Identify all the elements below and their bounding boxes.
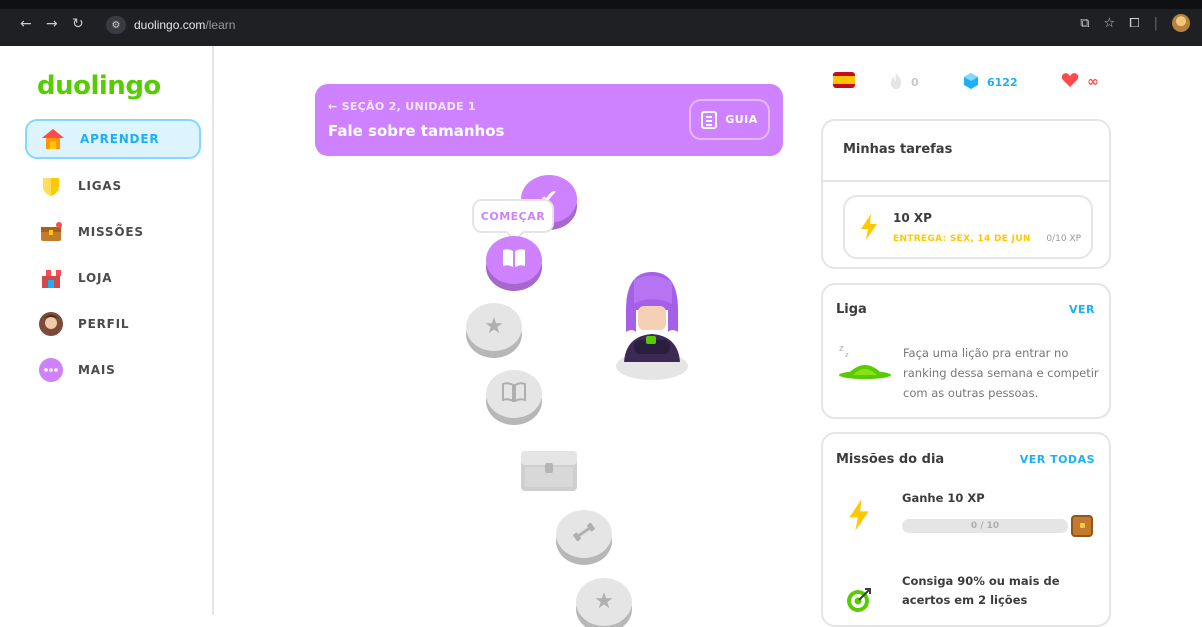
sidebar-item-leagues[interactable]: LIGAS bbox=[25, 166, 201, 206]
lesson-node-locked-book[interactable] bbox=[486, 370, 542, 418]
sidebar-item-more[interactable]: MAIS bbox=[25, 350, 201, 390]
stats-bar: 0 6122 ∞ bbox=[833, 72, 1103, 92]
svg-text:z: z bbox=[839, 344, 844, 354]
unit-title: Fale sobre tamanhos bbox=[328, 122, 505, 140]
sidebar-item-label: LIGAS bbox=[78, 179, 122, 193]
shield-icon bbox=[38, 173, 64, 199]
start-tooltip[interactable]: COMEÇAR bbox=[472, 199, 554, 233]
flame-icon bbox=[889, 72, 903, 93]
reload-icon: ↻ bbox=[72, 16, 84, 32]
sidebar-item-label: MISSÕES bbox=[78, 225, 144, 239]
league-message: Faça uma lição pra entrar no ranking des… bbox=[903, 346, 1099, 400]
tasks-title: Minhas tarefas bbox=[843, 142, 953, 157]
language-selector[interactable] bbox=[833, 72, 855, 88]
sidebar-item-label: PERFIL bbox=[78, 317, 130, 331]
book-icon bbox=[501, 248, 527, 273]
streak-counter[interactable]: 0 bbox=[889, 72, 919, 93]
character-illustration bbox=[612, 270, 692, 382]
task-item[interactable]: 10 XP ENTREGA: SEX, 14 DE JUN 0/10 XP bbox=[843, 195, 1093, 259]
back-button[interactable]: ← bbox=[20, 14, 32, 34]
dumbbell-icon bbox=[571, 522, 597, 547]
star-icon: ★ bbox=[484, 314, 504, 339]
task-title: 10 XP bbox=[893, 211, 932, 225]
tab-strip bbox=[0, 0, 1202, 9]
quest-title: Consiga 90% ou mais de acertos em 2 liçõ… bbox=[902, 574, 1060, 607]
sidebar-item-profile[interactable]: PERFIL bbox=[25, 304, 201, 344]
site-info-icon[interactable]: ⚙ bbox=[106, 16, 126, 34]
lightning-icon bbox=[859, 213, 879, 245]
quest-progress-text: 0 / 10 bbox=[970, 521, 1000, 531]
arrow-right-icon: → bbox=[46, 16, 58, 32]
url-text: duolingo.com/learn bbox=[134, 18, 236, 32]
quest-title: Ganhe 10 XP bbox=[902, 491, 985, 505]
task-due-date: ENTREGA: SEX, 14 DE JUN bbox=[893, 234, 1031, 244]
extensions-icon[interactable]: ⧠ bbox=[1129, 16, 1139, 31]
more-dots-icon bbox=[38, 357, 64, 383]
reload-button[interactable]: ↻ bbox=[72, 14, 84, 34]
quest-reward-chest-icon bbox=[1071, 515, 1093, 537]
sidebar-item-learn[interactable]: APRENDER bbox=[25, 119, 201, 159]
hearts-count: ∞ bbox=[1087, 74, 1099, 90]
sidebar-item-quests[interactable]: MISSÕES bbox=[25, 212, 201, 252]
forward-button[interactable]: → bbox=[46, 14, 58, 34]
unit-header-banner: ← SEÇÃO 2, UNIDADE 1 Fale sobre tamanhos… bbox=[315, 84, 783, 156]
league-title: Liga bbox=[836, 302, 867, 317]
target-icon bbox=[845, 586, 873, 618]
bookmark-star-icon[interactable]: ☆ bbox=[1104, 16, 1116, 31]
quests-view-all-link[interactable]: VER TODAS bbox=[1020, 453, 1095, 466]
book-icon bbox=[501, 381, 527, 407]
address-bar[interactable]: ⚙ duolingo.com/learn bbox=[106, 14, 1130, 36]
sleeping-league-icon: zz bbox=[837, 341, 893, 387]
profile-avatar-icon bbox=[38, 311, 64, 337]
toolbar-divider: | bbox=[1153, 15, 1158, 31]
treasure-chest-icon bbox=[38, 219, 64, 245]
league-view-link[interactable]: VER bbox=[1069, 303, 1095, 316]
league-card: Liga VER zz Faça uma lição pra entrar no… bbox=[821, 283, 1111, 419]
arrow-left-icon: ← bbox=[20, 16, 32, 32]
browser-actions: ⧉ ☆ ⧠ | bbox=[1080, 14, 1190, 32]
home-icon bbox=[40, 126, 66, 152]
quest-progress-bar: 0 / 10 bbox=[902, 519, 1068, 533]
sidebar-item-label: APRENDER bbox=[80, 132, 160, 146]
lesson-node-locked-star[interactable]: ★ bbox=[466, 303, 522, 351]
guidebook-icon bbox=[701, 110, 718, 129]
treasure-chest-locked[interactable] bbox=[517, 443, 581, 495]
browser-chrome: ← → ↻ ⚙ duolingo.com/learn ⧉ ☆ ⧠ | bbox=[0, 0, 1202, 46]
streak-count: 0 bbox=[911, 76, 919, 89]
guide-button-label: GUIA bbox=[725, 113, 758, 126]
sidebar-item-shop[interactable]: LOJA bbox=[25, 258, 201, 298]
svg-text:z: z bbox=[845, 351, 849, 359]
tasks-divider bbox=[823, 180, 1109, 182]
sidebar-item-label: LOJA bbox=[78, 271, 113, 285]
gem-icon bbox=[963, 72, 979, 93]
daily-quests-card: Missões do dia VER TODAS Ganhe 10 XP 0 /… bbox=[821, 432, 1111, 627]
tasks-card: Minhas tarefas 10 XP ENTREGA: SEX, 14 DE… bbox=[821, 119, 1111, 269]
install-app-icon[interactable]: ⧉ bbox=[1080, 16, 1089, 31]
browser-profile-avatar[interactable] bbox=[1172, 14, 1190, 32]
section-unit-link[interactable]: ← SEÇÃO 2, UNIDADE 1 bbox=[328, 100, 476, 113]
task-progress: 0/10 XP bbox=[1046, 234, 1081, 244]
lesson-node-locked-star-2[interactable]: ★ bbox=[576, 578, 632, 626]
gems-count: 6122 bbox=[987, 76, 1018, 89]
hearts-counter[interactable]: ∞ bbox=[1061, 72, 1099, 92]
lesson-node-locked-dumbbell[interactable] bbox=[556, 510, 612, 558]
heart-icon bbox=[1061, 72, 1079, 92]
guide-button[interactable]: GUIA bbox=[689, 99, 770, 140]
duolingo-logo[interactable]: duolingo bbox=[37, 71, 161, 101]
spain-flag-icon bbox=[833, 72, 855, 88]
star-icon: ★ bbox=[594, 589, 614, 614]
quests-title: Missões do dia bbox=[836, 452, 945, 467]
shop-icon bbox=[38, 265, 64, 291]
gems-counter[interactable]: 6122 bbox=[963, 72, 1018, 93]
lightning-icon bbox=[847, 498, 871, 536]
sidebar: duolingo APRENDER LIGAS MISSÕES LOJA PER… bbox=[0, 46, 214, 615]
sidebar-item-label: MAIS bbox=[78, 363, 116, 377]
lesson-node-current[interactable] bbox=[486, 236, 542, 284]
